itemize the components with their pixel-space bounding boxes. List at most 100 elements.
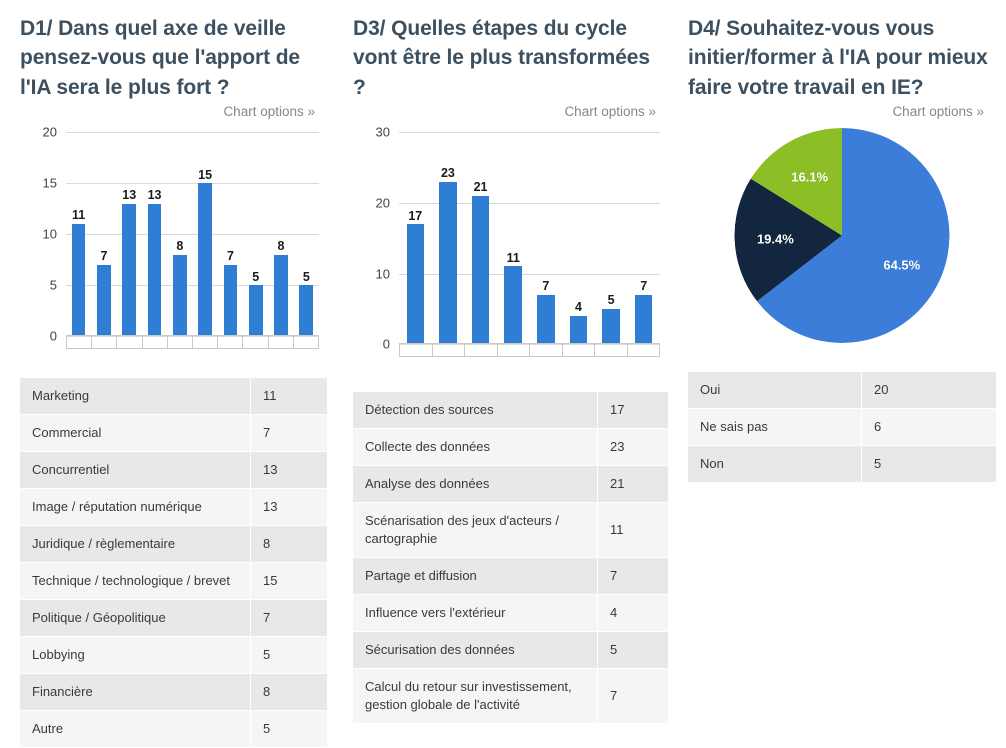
bar-rect	[406, 224, 425, 345]
bar-rect	[147, 203, 162, 337]
bar-value-label: 5	[607, 293, 615, 308]
x-axis-tick	[530, 344, 563, 357]
x-axis-tick	[628, 344, 660, 356]
x-axis-tick	[294, 336, 318, 348]
table-cell-value: 4	[597, 594, 668, 632]
bar-item[interactable]: 7	[530, 132, 563, 345]
bar-chart-d1: 0 5 10 15 20 11 7 13 13 8 15 7 5 8 5	[20, 122, 327, 362]
x-axis-tick	[465, 344, 498, 357]
bar-item[interactable]: 7	[627, 132, 660, 345]
table-cell-label: Collecte des données	[353, 428, 598, 467]
data-table-d3: Détection des sources 17 Collecte des donn…	[353, 392, 668, 724]
x-axis-tick	[400, 344, 433, 357]
table-cell-value: 7	[597, 668, 668, 724]
table-cell-label: Analyse des données	[353, 465, 598, 503]
x-axis-tick	[563, 344, 595, 357]
bar-item[interactable]: 7	[91, 132, 116, 337]
bar-rect	[471, 195, 490, 345]
bar-rect	[299, 285, 314, 337]
bar-series: 11 7 13 13 8 15 7 5 8 5	[66, 132, 319, 337]
table-cell-label: Sécurisation des données	[353, 631, 598, 669]
bar-value-label: 5	[252, 269, 260, 284]
table-row: Influence vers l'extérieur 4	[353, 594, 668, 632]
table-cell-label: Juridique / règlementaire	[20, 525, 251, 563]
bar-rect	[198, 183, 212, 337]
table-row: Sécurisation des données 5	[353, 631, 668, 669]
table-row: Scénarisation des jeux d'acteurs / carto…	[353, 502, 668, 558]
table-row: Image / réputation numérique 13	[20, 488, 327, 526]
data-table-d1: Marketing 11 Commercial 7 Concurrentiel 13 Ima…	[20, 378, 327, 748]
bar-item[interactable]: 4	[562, 132, 595, 345]
bar-rect	[223, 264, 238, 337]
page-title-d1: D1/ Dans quel axe de veille pensez-vous …	[20, 17, 301, 99]
bar-item[interactable]: 11	[497, 132, 530, 345]
bar-item[interactable]: 17	[399, 132, 432, 345]
bar-item[interactable]: 21	[464, 132, 497, 345]
table-cell-label: Détection des sources	[353, 392, 598, 430]
bar-value-label: 7	[542, 279, 550, 294]
bar-value-label: 11	[72, 208, 86, 223]
bar-value-label: 8	[176, 239, 184, 254]
bar-value-label: 13	[122, 188, 137, 203]
table-cell-value: 7	[250, 599, 327, 637]
y-axis-tick: 10	[42, 226, 57, 242]
bar-item[interactable]: 11	[66, 132, 91, 337]
x-axis-tick	[498, 344, 530, 357]
bar-series: 17 23 21 11 7 4 5 7	[399, 132, 660, 345]
pie-slice-label: 64.5%	[883, 257, 921, 273]
bar-item[interactable]: 5	[595, 132, 628, 345]
x-axis-tick	[117, 336, 143, 349]
bar-value-label: 7	[640, 279, 648, 294]
bar-value-label: 7	[100, 249, 108, 264]
table-cell-value: 15	[250, 562, 327, 600]
bar-rect	[248, 285, 263, 337]
table-row: Commercial 7	[20, 414, 327, 453]
x-axis-tick	[269, 336, 294, 349]
bar-item[interactable]: 13	[117, 132, 142, 337]
table-row: Politique / Géopolitique 7	[20, 599, 327, 637]
table-cell-value: 23	[597, 428, 668, 467]
bar-item[interactable]: 5	[294, 132, 319, 337]
x-axis-tick	[595, 344, 628, 357]
y-axis-tick: 30	[375, 124, 390, 140]
table-cell-value: 11	[250, 378, 327, 416]
bar-value-label: 5	[302, 269, 310, 284]
panel-d4: D4/ Souhaitez-vous vous initier/former à…	[682, 0, 1006, 720]
bar-item[interactable]: 8	[268, 132, 293, 337]
bar-value-label: 8	[277, 239, 285, 254]
table-cell-value: 7	[250, 414, 327, 453]
x-axis-tick	[168, 336, 194, 349]
bar-item[interactable]: 7	[218, 132, 243, 337]
x-axis-tick	[193, 336, 219, 349]
table-row: Oui 20	[688, 372, 996, 410]
table-cell-label: Commercial	[20, 414, 251, 453]
table-cell-label: Ne sais pas	[688, 408, 862, 447]
bar-value-label: 23	[440, 166, 455, 181]
table-row: Non 5	[688, 445, 996, 483]
chart-options-link-d1[interactable]: Chart options »	[20, 104, 327, 119]
table-cell-value: 6	[861, 408, 996, 447]
table-cell-label: Scénarisation des jeux d'acteurs / carto…	[353, 502, 598, 558]
y-axis-tick: 15	[42, 175, 57, 191]
bar-value-label: 7	[226, 249, 234, 264]
bar-item[interactable]: 13	[142, 132, 167, 337]
bar-item[interactable]: 23	[432, 132, 465, 345]
table-cell-value: 8	[250, 525, 327, 563]
bar-item[interactable]: 15	[192, 132, 217, 337]
bar-item[interactable]: 5	[243, 132, 268, 337]
data-table-d4: Oui 20 Ne sais pas 6 Non 5	[688, 372, 996, 483]
chart-options-link-d4[interactable]: Chart options »	[688, 104, 996, 119]
table-cell-label: Oui	[688, 372, 862, 410]
bar-item[interactable]: 8	[167, 132, 192, 337]
plot-area: 0 5 10 15 20 11 7 13 13 8 15 7 5 8 5	[43, 125, 319, 344]
table-row: Partage et diffusion 7	[353, 557, 668, 595]
x-axis-tick	[143, 336, 168, 349]
table-row: Technique / technologique / brevet 15	[20, 562, 327, 600]
table-cell-label: Marketing	[20, 378, 251, 416]
table-cell-value: 13	[250, 451, 327, 489]
chart-options-link-d3[interactable]: Chart options »	[353, 104, 668, 119]
table-cell-label: Concurrentiel	[20, 451, 251, 489]
table-cell-value: 7	[597, 557, 668, 595]
bar-value-label: 21	[473, 180, 488, 195]
bar-rect	[634, 294, 653, 345]
